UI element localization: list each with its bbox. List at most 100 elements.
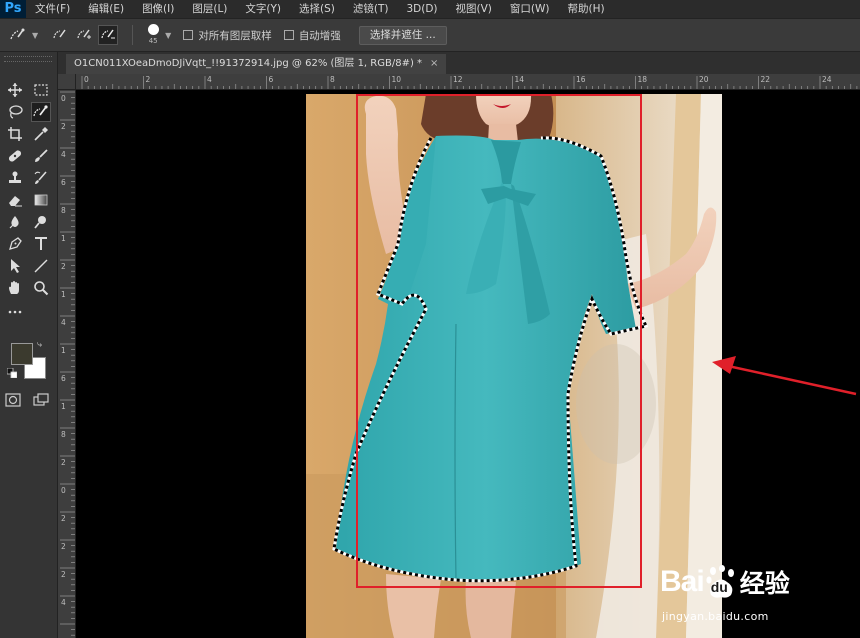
- ruler-v-label: 0: [61, 486, 66, 495]
- add-to-selection-icon[interactable]: [74, 25, 94, 45]
- baidu-watermark: Bai du 经验 jingyan.baidu.com: [660, 560, 850, 636]
- brush-size-value: 45: [148, 37, 158, 45]
- move-icon[interactable]: [5, 80, 25, 100]
- ruler-h-label: 14: [514, 75, 525, 84]
- ruler-h-label: 4: [207, 75, 212, 84]
- close-icon[interactable]: ×: [430, 54, 438, 74]
- watermark-brand-a: Bai: [660, 565, 705, 598]
- zoom-icon[interactable]: [31, 278, 51, 298]
- ruler-v-label: 1: [61, 234, 66, 243]
- line-icon[interactable]: [31, 256, 51, 276]
- ruler-v-label: 2: [61, 262, 66, 271]
- document-tab[interactable]: O1CN011XOeaDmoDJiVqtt_!!91372914.jpg @ 6…: [66, 54, 447, 74]
- pen-icon[interactable]: [5, 234, 25, 254]
- ruler-h-label: 8: [330, 75, 335, 84]
- stamp-icon[interactable]: [5, 168, 25, 188]
- ruler-v-label: 0: [61, 94, 66, 103]
- ruler-v-label: 1: [61, 346, 66, 355]
- document-photo[interactable]: [306, 94, 722, 638]
- menu-view[interactable]: 视图(V): [447, 0, 501, 18]
- menu-select[interactable]: 选择(S): [290, 0, 344, 18]
- select-and-mask-button[interactable]: 选择并遮住 ...: [358, 25, 447, 45]
- blur-icon[interactable]: [5, 212, 25, 232]
- menu-file[interactable]: 文件(F): [26, 0, 79, 18]
- brush-picker[interactable]: 45: [143, 22, 163, 48]
- menu-layer[interactable]: 图层(L): [183, 0, 236, 18]
- eyedropper-icon[interactable]: [31, 124, 51, 144]
- healing-icon[interactable]: [5, 146, 25, 166]
- sample-all-layers-label: 对所有图层取样: [198, 29, 272, 42]
- screen-mode-icon[interactable]: [31, 390, 51, 410]
- vertical-ruler[interactable]: 0 2 4 6 8 1 2 1 4 1 6 1 8 2 0 2 2 2 4: [58, 90, 76, 638]
- ruler-v-label: 4: [61, 318, 66, 327]
- ruler-h-label: 22: [760, 75, 771, 84]
- auto-enhance-checkbox[interactable]: [283, 30, 294, 40]
- swap-colors-icon[interactable]: ⤷: [37, 340, 42, 350]
- ruler-h-label: 0: [84, 75, 89, 84]
- quick-mask-icon[interactable]: [3, 390, 23, 410]
- default-colors-icon[interactable]: [6, 367, 18, 379]
- path-selection-icon[interactable]: [5, 256, 25, 276]
- options-separator: [132, 25, 134, 45]
- tool-preset-icon[interactable]: [8, 25, 28, 45]
- menu-help[interactable]: 帮助(H): [559, 0, 614, 18]
- ruler-h-label: 24: [822, 75, 832, 84]
- lasso-icon[interactable]: [5, 102, 25, 122]
- canvas-area[interactable]: [76, 90, 860, 638]
- quick-selection-icon[interactable]: [31, 102, 51, 122]
- ruler-h-label: 6: [268, 75, 274, 84]
- sample-all-layers-checkbox[interactable]: [183, 30, 194, 40]
- hand-icon[interactable]: [5, 278, 25, 298]
- new-selection-icon[interactable]: [50, 25, 70, 45]
- options-bar: ▼ 45 ▼ 对所有图层取样 自动增强 选择并遮住 ...: [0, 18, 860, 52]
- eraser-icon[interactable]: [5, 190, 25, 210]
- ruler-h-label: 10: [391, 75, 402, 84]
- ruler-v-label: 1: [61, 402, 66, 411]
- watermark-brand-c: 经验: [739, 569, 790, 598]
- chevron-down-icon[interactable]: ▼: [32, 31, 38, 40]
- menu-3d[interactable]: 3D(D): [397, 0, 446, 18]
- marquee-icon[interactable]: [31, 80, 51, 100]
- brush-chevron-down-icon[interactable]: ▼: [165, 31, 171, 40]
- baidu-logo: Bai du 经验: [660, 564, 790, 600]
- ruler-h-label: 20: [699, 75, 709, 84]
- crop-icon[interactable]: [5, 124, 25, 144]
- watermark-brand-b: du: [710, 579, 728, 595]
- brush-tip-icon: [147, 24, 159, 35]
- menu-filter[interactable]: 滤镜(T): [344, 0, 398, 18]
- ruler-origin[interactable]: [58, 74, 76, 90]
- toolbox-grip[interactable]: [4, 56, 52, 62]
- menu-bar: Ps 文件(F) 编辑(E) 图像(I) 图层(L) 文字(Y) 选择(S) 滤…: [0, 0, 860, 18]
- gradient-icon[interactable]: [31, 190, 51, 210]
- ruler-h-label: 2: [145, 75, 151, 84]
- paw-icon: du: [705, 565, 737, 599]
- menu-edit[interactable]: 编辑(E): [79, 0, 133, 18]
- ruler-v-label: 2: [61, 122, 66, 131]
- ruler-v-label: 4: [61, 598, 66, 607]
- document-tab-title: O1CN011XOeaDmoDJiVqtt_!!91372914.jpg @ 6…: [74, 58, 423, 69]
- ruler-v-label: 8: [61, 430, 66, 439]
- photoshop-logo: Ps: [0, 0, 26, 18]
- ruler-v-label: 2: [61, 570, 66, 579]
- ruler-v-label: 4: [61, 150, 66, 159]
- horizontal-ruler[interactable]: 0 2 4 6 8 10 12 14 16 18 20 22 24: [76, 74, 860, 90]
- dodge-icon[interactable]: [31, 212, 51, 232]
- toolbox: ⤷: [0, 52, 58, 638]
- subtract-from-selection-icon[interactable]: [98, 25, 119, 45]
- watermark-url: jingyan.baidu.com: [662, 610, 769, 623]
- type-icon[interactable]: [31, 234, 51, 254]
- menu-type[interactable]: 文字(Y): [236, 0, 290, 18]
- ruler-h-label: 16: [576, 75, 586, 84]
- photo-image: [306, 94, 722, 638]
- ruler-v-label: 6: [61, 374, 66, 383]
- more-tools-icon[interactable]: [5, 302, 25, 322]
- ruler-h-label: 18: [637, 75, 648, 84]
- ruler-v-label: 2: [61, 514, 66, 523]
- menu-image[interactable]: 图像(I): [133, 0, 183, 18]
- history-brush-icon[interactable]: [31, 168, 51, 188]
- foreground-color-swatch[interactable]: [11, 343, 33, 365]
- brush-icon[interactable]: [31, 146, 51, 166]
- menu-window[interactable]: 窗口(W): [501, 0, 559, 18]
- auto-enhance-label: 自动增强: [298, 29, 341, 42]
- ruler-h-label: 12: [453, 75, 463, 84]
